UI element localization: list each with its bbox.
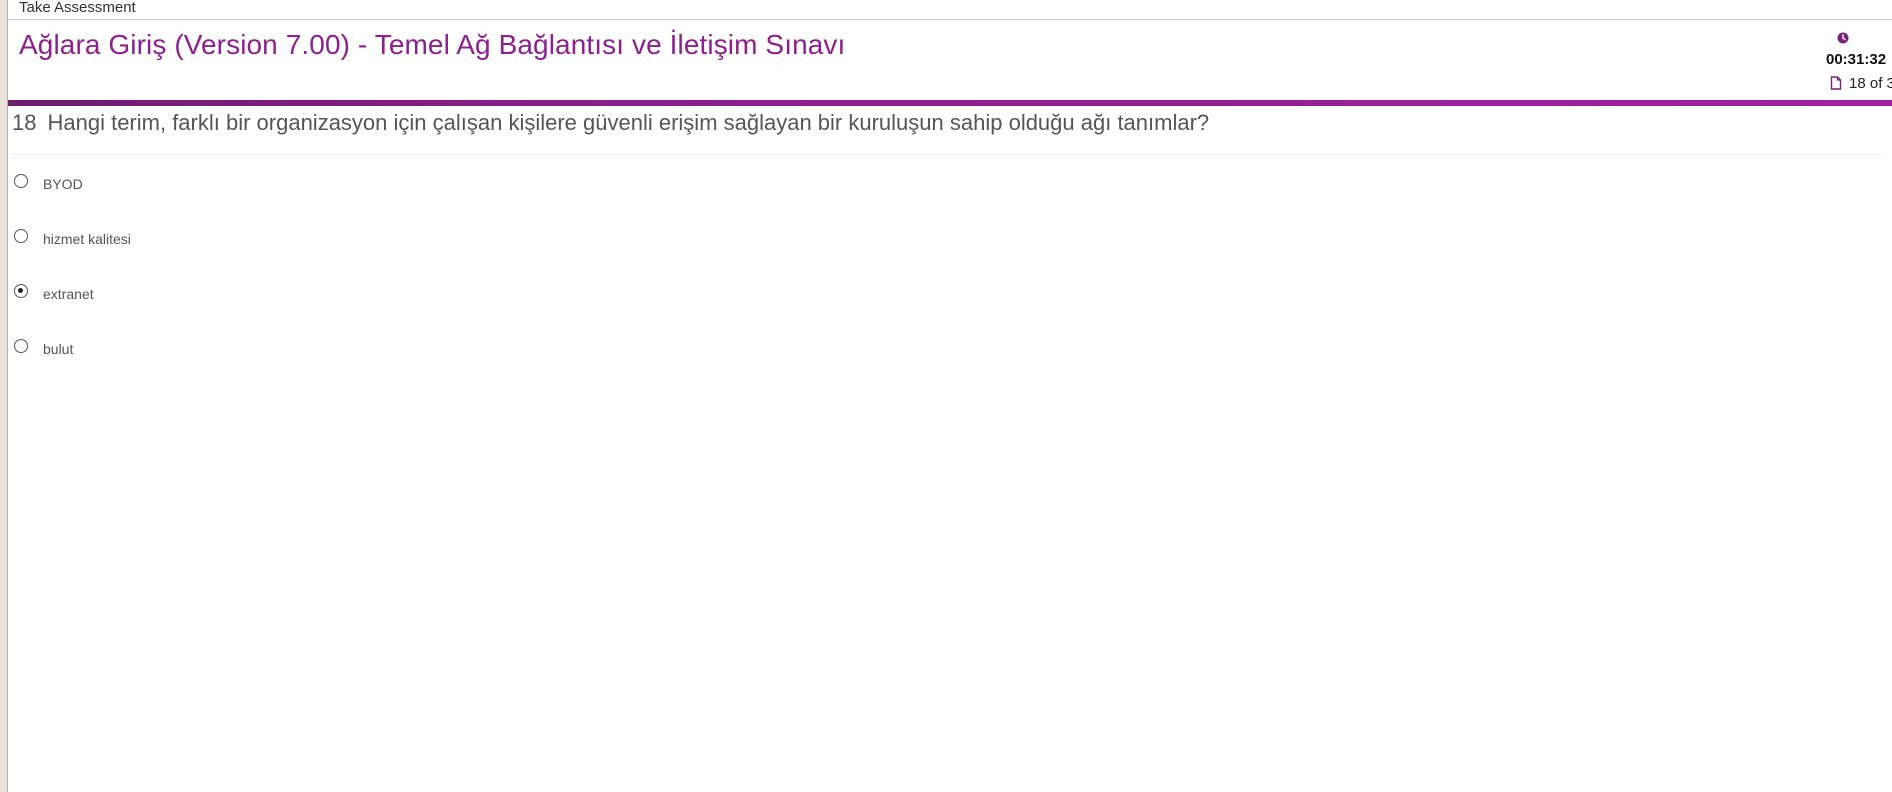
question-number: 18 <box>12 110 37 135</box>
answer-label[interactable]: hizmet kalitesi <box>43 231 131 247</box>
radio-button-extranet-selected[interactable] <box>14 284 28 298</box>
radio-button-hizmet-kalitesi[interactable] <box>14 229 28 243</box>
clock-icon <box>1837 32 1849 44</box>
exam-title: Ağlara Giriş (Version 7.00) - Temel Ağ B… <box>19 29 846 60</box>
answer-label[interactable]: extranet <box>43 286 94 302</box>
page-icon <box>1830 76 1842 90</box>
timer-value: 00:31:32 <box>1826 51 1887 68</box>
answer-label[interactable]: BYOD <box>43 176 83 192</box>
title-divider <box>8 19 1892 20</box>
question-body: Hangi terim, farklı bir organizasyon içi… <box>47 110 1210 135</box>
radio-button-bulut[interactable] <box>14 339 28 353</box>
window-left-border <box>0 0 8 792</box>
timer-panel: 00:31:32 18 of 3 <box>1826 30 1892 96</box>
question-divider <box>12 154 1882 155</box>
radio-button-byod[interactable] <box>14 174 28 188</box>
question-text: 18 Hangi terim, farklı bir organizasyon i… <box>12 110 1209 136</box>
answer-label[interactable]: bulut <box>43 341 73 357</box>
question-counter: 18 of 3 <box>1849 75 1892 92</box>
header-accent-bar <box>8 100 1892 106</box>
window-title: Take Assessment <box>19 0 136 16</box>
